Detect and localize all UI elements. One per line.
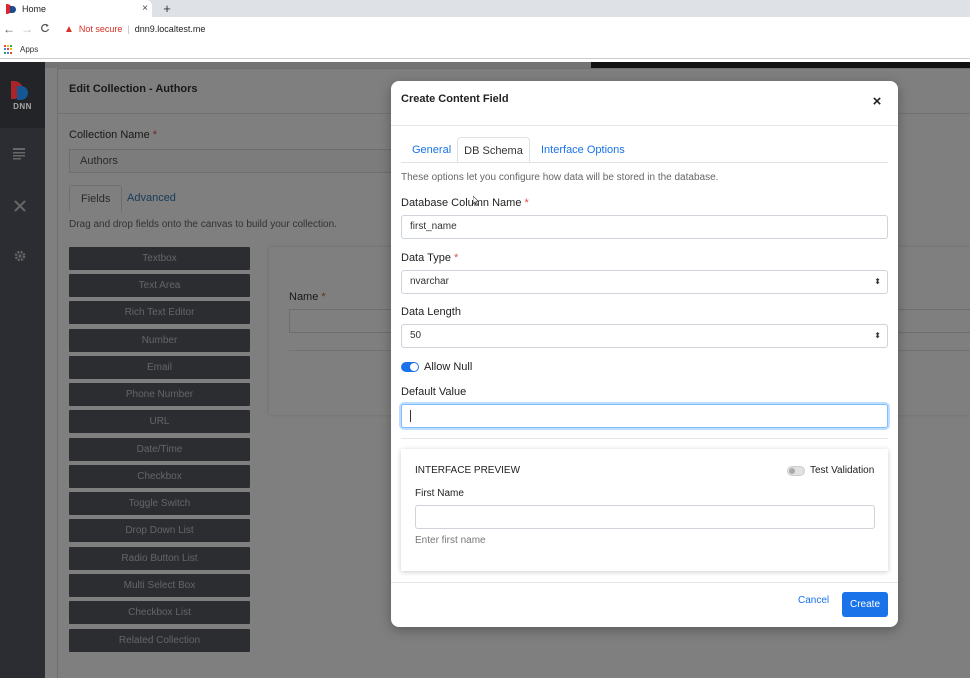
data-type-label: Data Type * [401, 252, 459, 264]
modal-footer-divider [391, 582, 898, 583]
tabs-divider [401, 162, 888, 163]
preview-field-label: First Name [415, 488, 464, 499]
cancel-button[interactable]: Cancel [798, 595, 829, 606]
data-length-label: Data Length [401, 306, 461, 318]
modal-backdrop-sidebar [0, 62, 45, 678]
test-validation-label: Test Validation [810, 465, 875, 476]
reload-icon[interactable] [36, 22, 54, 36]
column-name-input[interactable]: first_name [401, 215, 888, 239]
preview-help-text: Enter first name [415, 535, 486, 546]
interface-preview: INTERFACE PREVIEW Test Validation First … [401, 449, 888, 571]
data-type-value: nvarchar [410, 276, 449, 287]
address-separator: | [127, 24, 130, 34]
default-value-label: Default Value [401, 386, 467, 398]
new-tab-button[interactable]: + [160, 0, 174, 17]
modal-title: Create Content Field [401, 93, 509, 105]
preview-first-name-input[interactable] [415, 505, 875, 529]
tab-close-icon[interactable]: × [138, 3, 152, 14]
mouse-cursor-icon [473, 196, 479, 206]
bookmarks-bar: Apps [0, 41, 970, 59]
address-bar[interactable]: ▲ Not secure | dnn9.localtest.me [64, 20, 964, 38]
browser-tab-home[interactable]: Home × [0, 0, 152, 17]
create-button[interactable]: Create [842, 592, 888, 617]
data-length-value: 50 [410, 330, 422, 341]
form-divider [401, 438, 888, 439]
allow-null-toggle[interactable] [401, 362, 419, 372]
tab-db-schema[interactable]: DB Schema [457, 137, 530, 163]
data-length-stepper[interactable]: 50 ⬍ [401, 324, 888, 348]
select-arrows-icon: ⬍ [874, 277, 881, 286]
create-content-field-modal: Create Content Field × General DB Schema… [391, 81, 898, 627]
not-secure-label: Not secure [78, 24, 123, 34]
forward-icon[interactable]: → [18, 22, 36, 36]
column-name-label: Database Column Name * [401, 197, 529, 209]
close-icon[interactable]: × [870, 94, 884, 109]
db-schema-description: These options let you configure how data… [401, 172, 719, 183]
back-icon[interactable]: ← [0, 22, 18, 36]
warning-icon: ▲ [64, 23, 74, 35]
tab-title: Home [22, 3, 47, 14]
data-type-select[interactable]: nvarchar ⬍ [401, 270, 888, 294]
text-caret [410, 410, 411, 422]
browser-toolbar: ← → ▲ Not secure | dnn9.localtest.me [0, 17, 970, 41]
url-text: dnn9.localtest.me [134, 24, 206, 34]
apps-grid-icon[interactable] [4, 44, 14, 55]
tab-general[interactable]: General [412, 137, 451, 163]
dnn-favicon-icon [6, 3, 16, 14]
default-value-input[interactable] [401, 404, 888, 428]
apps-bookmark[interactable]: Apps [20, 45, 38, 54]
test-validation-toggle[interactable] [787, 466, 805, 476]
allow-null-label: Allow Null [424, 361, 473, 373]
preview-title: INTERFACE PREVIEW [415, 465, 521, 476]
tab-interface-options[interactable]: Interface Options [541, 137, 625, 163]
modal-header-divider [391, 125, 898, 126]
browser-tabstrip: Home × + [0, 0, 970, 17]
stepper-arrows-icon[interactable]: ⬍ [874, 325, 881, 347]
